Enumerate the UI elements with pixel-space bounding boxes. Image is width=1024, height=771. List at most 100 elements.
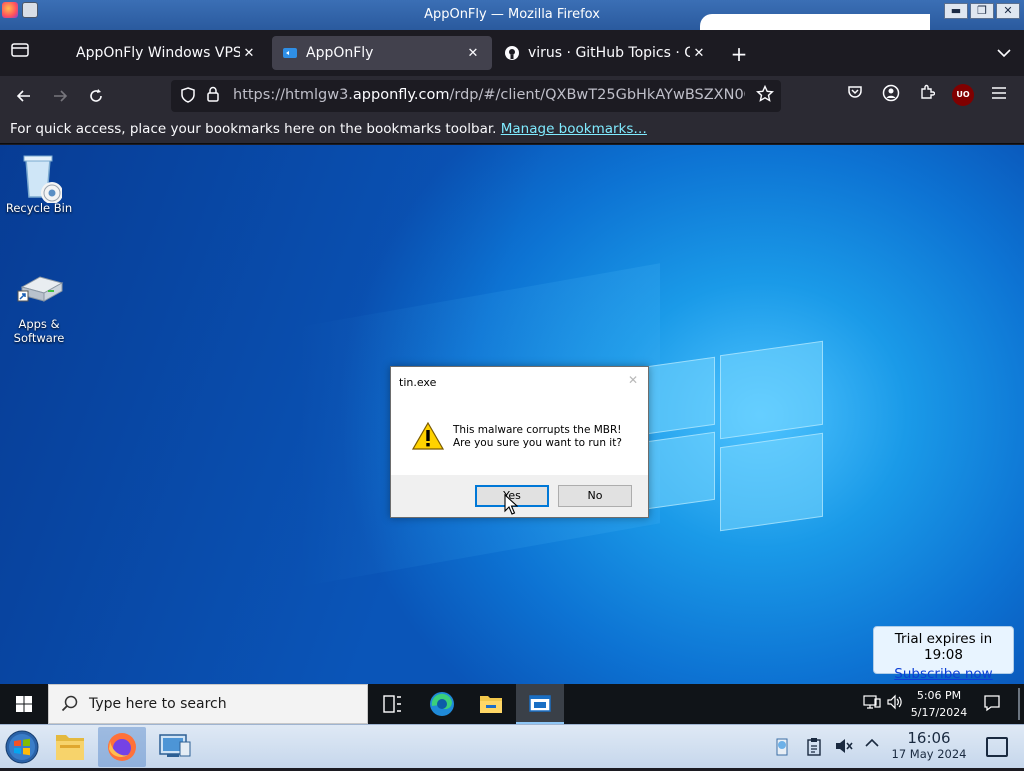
host-clock[interactable]: 16:06 17 May 2024	[884, 729, 974, 761]
file-explorer-icon	[480, 696, 502, 713]
tab-label: virus · GitHub Topics · Gi	[528, 45, 690, 61]
tab-apponfly-vps[interactable]: AppOnFly Windows VPS · ✕	[44, 36, 268, 70]
host-window-title: AppOnFly — Mozilla Firefox	[424, 7, 600, 22]
host-notifications-icon[interactable]	[986, 737, 1008, 757]
malware-warning-dialog: tin.exe ✕ This malware corrupts the MBR!…	[390, 366, 649, 518]
dialog-button-area: Yes No	[391, 475, 648, 517]
close-tab-icon[interactable]: ✕	[464, 46, 482, 61]
close-tab-icon[interactable]: ✕	[690, 46, 708, 61]
volume-icon[interactable]	[885, 694, 905, 714]
dialog-message-line-1: This malware corrupts the MBR!	[453, 424, 622, 436]
task-view-button[interactable]	[368, 684, 416, 724]
dialog-close-button[interactable]: ✕	[628, 373, 638, 387]
reload-icon	[90, 89, 102, 102]
desktop-icon-apps-software[interactable]: Apps & Software	[2, 269, 76, 345]
host-firefox-launcher[interactable]	[98, 727, 146, 767]
tab-label: AppOnFly	[306, 45, 374, 61]
show-desktop-button[interactable]	[1018, 688, 1020, 720]
restore-button[interactable]: ❐	[970, 3, 994, 19]
windows-start-button[interactable]	[0, 684, 48, 724]
dialog-title: tin.exe	[399, 376, 437, 389]
host-files-launcher[interactable]	[46, 727, 94, 767]
remote-app-icon	[529, 695, 551, 712]
subscribe-now-link[interactable]: Subscribe now	[874, 666, 1013, 682]
files-icon	[56, 735, 84, 760]
start-orb-icon	[5, 730, 39, 764]
url-domain: apponfly.com	[352, 87, 450, 103]
no-button[interactable]: No	[558, 485, 632, 507]
host-clock-date: 17 May 2024	[891, 747, 967, 761]
mouse-cursor-icon	[504, 494, 518, 515]
desktop-icon-label: Recycle Bin	[5, 201, 73, 215]
firefox-icon	[108, 733, 136, 761]
star-icon	[755, 84, 775, 102]
apps-software-icon	[16, 269, 64, 315]
file-explorer-taskbar-button[interactable]	[467, 684, 515, 724]
account-icon[interactable]	[880, 84, 902, 106]
list-all-tabs-button[interactable]	[992, 42, 1016, 66]
hamburger-menu-icon[interactable]	[988, 84, 1010, 106]
muted-volume-icon[interactable]	[834, 737, 854, 757]
remote-app-taskbar-button[interactable]	[516, 684, 564, 724]
remote-desktop-area[interactable]: Recycle Bin Apps & Software tin.exe ✕ Th…	[0, 145, 1024, 684]
task-view-icon	[383, 695, 401, 713]
firefox-view-button[interactable]	[6, 40, 34, 66]
firefox-view-icon	[11, 43, 29, 57]
forward-icon	[54, 90, 68, 102]
back-button[interactable]	[10, 82, 38, 110]
remote-clock[interactable]: 5:06 PM 5/17/2024	[908, 687, 970, 721]
pocket-icon[interactable]	[844, 84, 866, 106]
windows-wallpaper-logo	[640, 340, 825, 532]
ublock-origin-icon[interactable]: UO	[952, 84, 974, 106]
trial-notice: Trial expires in 19:08 Subscribe now	[873, 626, 1014, 682]
forward-button[interactable]	[46, 82, 74, 110]
host-window-controls: ▬ ❐ ✕	[944, 3, 1020, 19]
navigation-toolbar: https://htmlgw3.apponfly.com/rdp/#/clien…	[0, 76, 1024, 116]
search-placeholder: Type here to search	[89, 696, 227, 712]
desktop-icon-recycle-bin[interactable]: Recycle Bin	[2, 153, 76, 215]
close-button[interactable]: ✕	[996, 3, 1020, 19]
network-icon[interactable]	[862, 694, 882, 714]
tab-bar: AppOnFly Windows VPS · ✕ AppOnFly ✕ viru…	[0, 30, 1024, 76]
recycle-bin-icon	[16, 153, 63, 204]
tracking-protection-icon[interactable]	[179, 87, 197, 105]
bookmarks-toolbar: For quick access, place your bookmarks h…	[0, 116, 1024, 144]
remote-windows-taskbar: Type here to search 5:06 PM 5/17/2024	[0, 684, 1024, 724]
dialog-message: This malware corrupts the MBR! Are you s…	[453, 424, 622, 450]
host-taskbar: 16:06 17 May 2024	[0, 724, 1024, 768]
tab-apponfly[interactable]: AppOnFly ✕	[272, 36, 492, 70]
desktop-icon-label: Apps & Software	[13, 317, 65, 345]
edge-taskbar-button[interactable]	[418, 684, 466, 724]
tab-github-virus[interactable]: virus · GitHub Topics · Gi ✕	[494, 36, 718, 70]
bookmark-star-button[interactable]	[755, 84, 775, 107]
url-text[interactable]: https://htmlgw3.apponfly.com/rdp/#/clien…	[233, 87, 745, 103]
edge-icon	[430, 692, 454, 716]
apponfly-favicon-icon	[283, 48, 297, 58]
manage-bookmarks-link[interactable]: Manage bookmarks…	[501, 121, 647, 137]
lock-icon[interactable]	[205, 86, 221, 106]
extensions-icon[interactable]	[916, 84, 938, 106]
remote-clock-time: 5:06 PM	[916, 689, 962, 702]
taskbar-search-box[interactable]: Type here to search	[48, 684, 368, 724]
dialog-message-line-2: Are you sure you want to run it?	[453, 437, 622, 449]
remote-desktop-icon	[159, 734, 191, 757]
host-clock-time: 16:06	[907, 729, 951, 747]
close-tab-icon[interactable]: ✕	[240, 46, 258, 61]
host-start-button[interactable]	[4, 729, 40, 765]
host-clipboard-manager-icon[interactable]	[804, 737, 824, 757]
chevron-down-icon	[997, 49, 1011, 58]
clipboard-icon[interactable]	[772, 737, 792, 757]
toolbar-buttons: UO	[844, 84, 1010, 106]
tray-expand-chevron-icon[interactable]	[862, 737, 882, 757]
minimize-button[interactable]: ▬	[944, 3, 968, 19]
tab-label: AppOnFly Windows VPS ·	[76, 45, 240, 61]
trial-expiry-text: Trial expires in 19:08	[894, 631, 993, 663]
warning-icon	[412, 422, 444, 450]
new-tab-button[interactable]: +	[726, 42, 752, 68]
url-path: /rdp/#/client/QXBwT25GbHkAYwBSZXN0QXBsaW…	[449, 87, 746, 103]
reload-button[interactable]	[82, 82, 110, 110]
back-icon	[16, 90, 30, 102]
host-remote-desktop-launcher[interactable]	[150, 727, 198, 767]
url-bar[interactable]: https://htmlgw3.apponfly.com/rdp/#/clien…	[171, 80, 781, 112]
action-center-icon[interactable]	[982, 694, 1002, 714]
